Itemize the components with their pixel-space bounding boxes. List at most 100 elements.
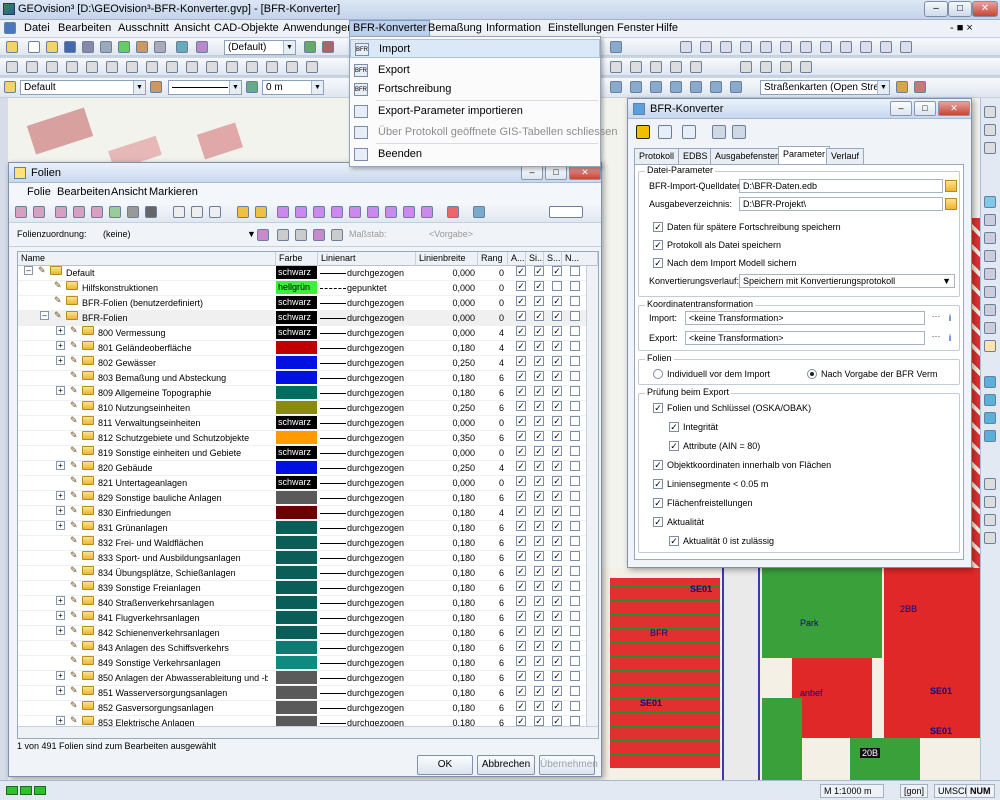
table-row[interactable]: + ✎ 850 Anlagen der Abwasserableitung und … — [18, 671, 586, 686]
style3-icon[interactable] — [630, 81, 642, 93]
massstab-value[interactable]: <Vorgabe> — [429, 229, 473, 239]
menu-cad-objekte[interactable]: CAD-Objekte — [214, 22, 279, 34]
table-row[interactable]: + ✎ 809 Allgemeine Topographie durchgezogen… — [18, 386, 586, 401]
layer-checkbox[interactable]: ✓ — [516, 716, 526, 726]
exit-icon[interactable] — [636, 125, 650, 139]
color-swatch[interactable] — [276, 701, 317, 714]
layer-checkbox[interactable]: ✓ — [552, 311, 562, 321]
cut-icon[interactable] — [173, 206, 185, 218]
layer-checkbox[interactable]: ✓ — [552, 611, 562, 621]
color-swatch[interactable] — [276, 686, 317, 699]
table-row[interactable]: + ✎ 851 Wasserversorgungsanlagen durchgezog… — [18, 686, 586, 701]
kv-select[interactable]: Speichern mit Konvertierungsprotokoll ▼ — [739, 274, 955, 288]
print-setup-icon[interactable] — [154, 41, 166, 53]
pruef-checkbox[interactable]: ✓ — [653, 498, 663, 508]
layer-checkbox[interactable] — [570, 566, 580, 576]
layer-checkbox[interactable]: ✓ — [534, 506, 544, 516]
snap3-icon[interactable] — [306, 61, 318, 73]
layer-checkbox[interactable]: ✓ — [516, 566, 526, 576]
linetype-cell[interactable]: gepunktet — [318, 281, 415, 296]
vis-icon[interactable] — [277, 206, 289, 218]
color-swatch[interactable]: schwarz — [276, 296, 317, 309]
table-row[interactable]: ✎ 810 Nutzungseinheiten durchgezogen 0,250 6… — [18, 401, 586, 416]
checkbox-protokoll[interactable]: ✓ — [653, 240, 663, 250]
layer-checkbox[interactable]: ✓ — [516, 551, 526, 561]
layer-checkbox[interactable]: ✓ — [516, 491, 526, 501]
table-row[interactable]: ✎ 839 Sonstige Freianlagen durchgezogen 0,1… — [18, 581, 586, 596]
layer-checkbox[interactable]: ✓ — [516, 386, 526, 396]
expand-toggle[interactable]: + — [56, 326, 65, 335]
bfr-maximize-button[interactable]: □ — [914, 101, 936, 116]
maximize-button[interactable]: □ — [948, 1, 972, 17]
tool-icon[interactable] — [176, 41, 188, 53]
layer-checkbox[interactable] — [570, 626, 580, 636]
layer-checkbox[interactable]: ✓ — [516, 671, 526, 681]
layer-checkbox[interactable]: ✓ — [534, 416, 544, 426]
layer-checkbox[interactable]: ✓ — [534, 611, 544, 621]
object-icon[interactable] — [680, 41, 692, 53]
linetype-cell[interactable]: durchgezogen — [318, 341, 415, 356]
pruef-checkbox[interactable]: ✓ — [653, 479, 663, 489]
folien-minimize-button[interactable]: – — [521, 165, 543, 180]
layer-up-icon[interactable] — [55, 206, 67, 218]
checkbox-fortschreibung[interactable]: ✓ — [653, 222, 663, 232]
layer-checkbox[interactable] — [570, 281, 580, 291]
layer-prop-icon[interactable] — [109, 206, 121, 218]
table-row[interactable]: ✎ BFR-Folien (benutzerdefiniert) schwarz du… — [18, 296, 586, 311]
layer-checkbox[interactable]: ✓ — [534, 266, 544, 276]
col-n[interactable]: N... — [562, 252, 598, 266]
misc2-icon[interactable] — [984, 496, 996, 508]
col-rang[interactable]: Rang — [478, 252, 508, 266]
layer-checkbox[interactable]: ✓ — [552, 296, 562, 306]
import-more-button[interactable]: ··· — [929, 312, 943, 324]
menu-datei[interactable]: Datei — [24, 22, 50, 34]
layer-checkbox[interactable]: ✓ — [552, 626, 562, 636]
col-name[interactable]: Name — [18, 252, 276, 266]
layer-checkbox[interactable]: ✓ — [552, 371, 562, 381]
bfr-menu-item[interactable]: Über Protokoll geöffnete GIS-Tabellen sc… — [350, 123, 618, 142]
folienzuordnung-value[interactable]: (keine) — [103, 229, 131, 239]
linetype-cell[interactable]: durchgezogen — [318, 686, 415, 701]
print-icon[interactable] — [82, 41, 94, 53]
layer-checkbox[interactable]: ✓ — [552, 386, 562, 396]
layer-checkbox[interactable]: ✓ — [516, 581, 526, 591]
layer-checkbox[interactable]: ✓ — [534, 671, 544, 681]
curve-icon[interactable] — [46, 61, 58, 73]
line-icon[interactable] — [6, 61, 18, 73]
linetype-cell[interactable]: durchgezogen — [318, 401, 415, 416]
table-row[interactable]: ✎ 819 Sonstige einheiten und Gebiete schwa… — [18, 446, 586, 461]
menu-ansicht[interactable]: Ansicht — [174, 22, 210, 34]
table-row[interactable]: ✎ 849 Sonstige Verkehrsanlagen durchgezoge… — [18, 656, 586, 671]
save-icon[interactable] — [64, 41, 76, 53]
expand-toggle[interactable]: + — [56, 356, 65, 365]
layer-checkbox[interactable]: ✓ — [552, 671, 562, 681]
color-swatch[interactable] — [276, 491, 317, 504]
color-swatch[interactable] — [276, 536, 317, 549]
view2-icon[interactable] — [322, 41, 334, 53]
expand-toggle[interactable]: + — [56, 671, 65, 680]
style5-icon[interactable] — [670, 81, 682, 93]
style4-icon[interactable] — [650, 81, 662, 93]
table-row[interactable]: ✎ Hilfskonstruktionen hellgrün gepunktet 0,0… — [18, 281, 586, 296]
export-more-button[interactable]: ··· — [929, 332, 943, 344]
close-button[interactable]: ✕ — [972, 1, 998, 17]
tool-icon[interactable] — [984, 106, 996, 118]
layer-checkbox[interactable]: ✓ — [552, 461, 562, 471]
src-input[interactable]: D:\BFR-Daten.edb — [739, 179, 943, 193]
layer-checkbox[interactable]: ✓ — [552, 596, 562, 606]
layer-checkbox[interactable]: ✓ — [552, 266, 562, 276]
object2-icon[interactable] — [700, 41, 712, 53]
layer-checkbox[interactable]: ✓ — [552, 356, 562, 366]
layer-checkbox[interactable]: ✓ — [534, 476, 544, 486]
out-input[interactable]: D:\BFR-Projekt\ — [739, 197, 943, 211]
layer-checkbox[interactable]: ✓ — [552, 326, 562, 336]
table-row[interactable]: + ✎ 829 Sonstige bauliche Anlagen durchgezo… — [18, 491, 586, 506]
layer-checkbox[interactable]: ✓ — [534, 491, 544, 501]
layer-checkbox[interactable] — [570, 356, 580, 366]
bfr-menu-item[interactable]: Export-Parameter importieren — [350, 102, 600, 121]
expand-toggle[interactable]: + — [56, 461, 65, 470]
object9-icon[interactable] — [840, 41, 852, 53]
layer-checkbox[interactable] — [570, 506, 580, 516]
layer-checkbox[interactable]: ✓ — [534, 641, 544, 651]
table-row[interactable]: ✎ 832 Frei- und Waldflächen durchgezogen 0,… — [18, 536, 586, 551]
